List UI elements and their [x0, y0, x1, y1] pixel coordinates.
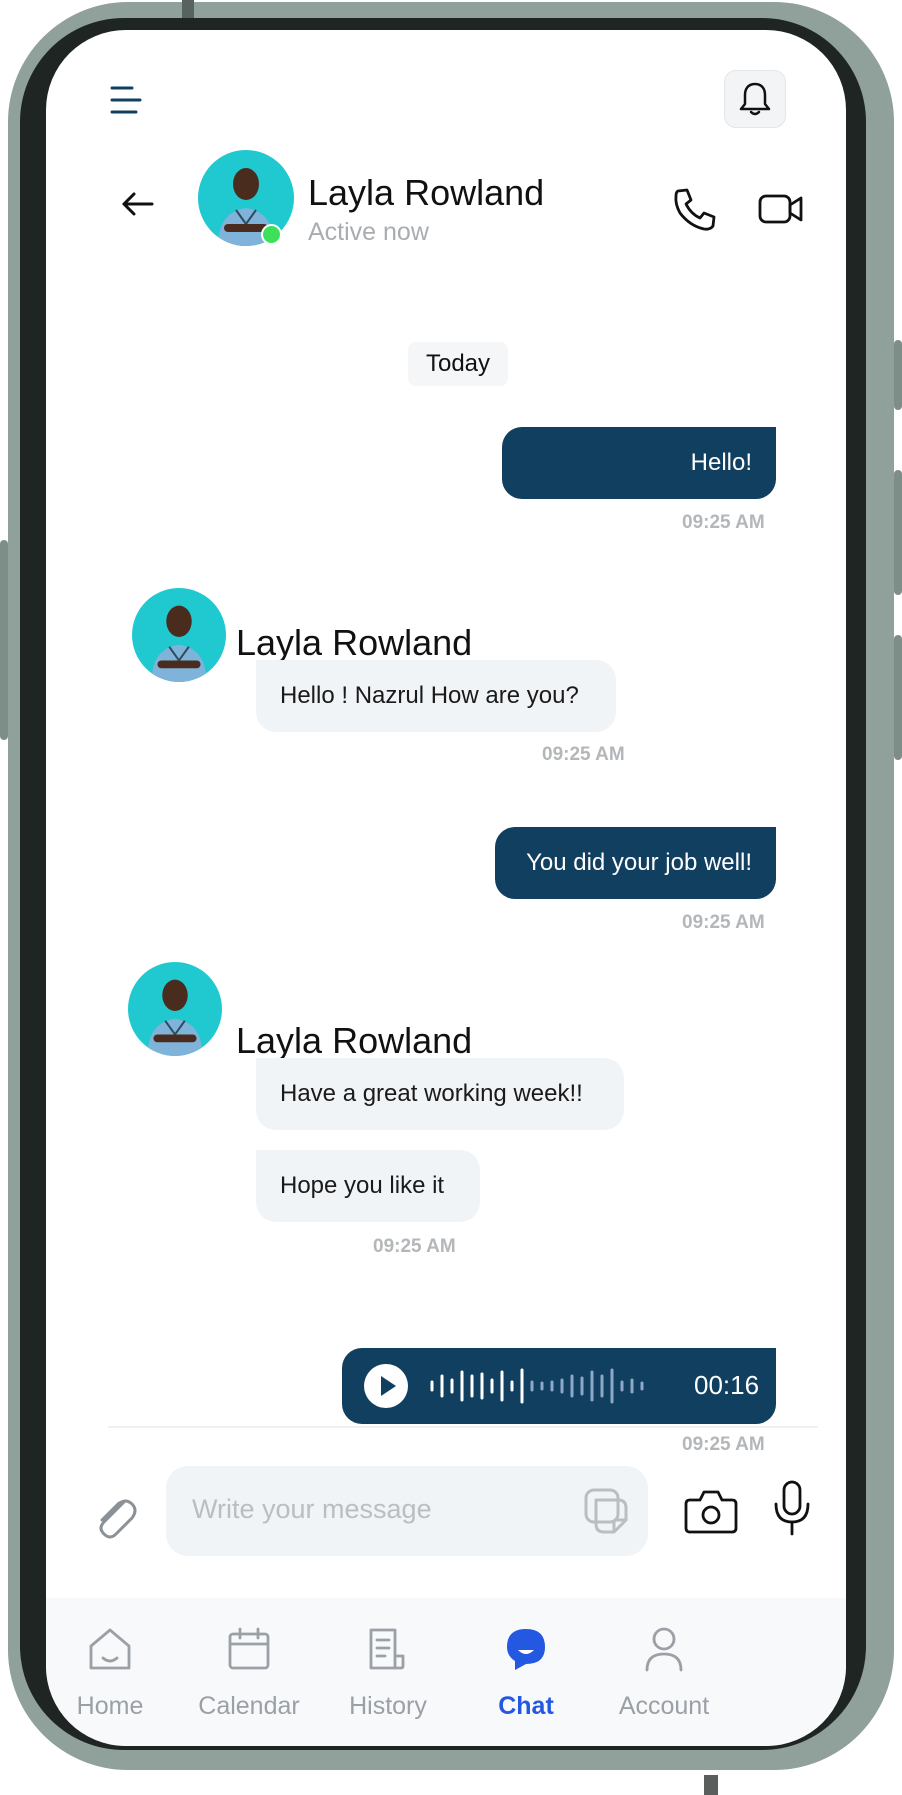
camera-icon[interactable] — [684, 1486, 738, 1536]
outgoing-message-bubble[interactable]: Hello! — [502, 427, 776, 499]
nav-label: Chat — [498, 1692, 554, 1720]
incoming-message-bubble[interactable]: Hope you like it — [256, 1150, 480, 1222]
message-input[interactable]: Write your message — [166, 1466, 648, 1556]
message-time: 09:25 AM — [542, 744, 625, 765]
person-avatar-icon — [151, 605, 207, 682]
incoming-message-bubble[interactable]: Hello ! Nazrul How are you? — [256, 660, 616, 732]
calendar-icon — [228, 1627, 270, 1670]
contact-status: Active now — [308, 218, 429, 246]
nav-label: History — [349, 1692, 427, 1720]
bottom-navigation: Home Calendar History Chat Account — [46, 1598, 846, 1746]
sender-name: Layla Rowland — [236, 1020, 473, 1061]
history-icon — [369, 1628, 405, 1670]
person-avatar-icon — [147, 979, 203, 1056]
nav-item-calendar[interactable]: Calendar — [174, 1598, 324, 1746]
phone-bottom-mark — [704, 1775, 718, 1795]
sender-avatar[interactable] — [128, 962, 222, 1056]
menu-icon[interactable] — [110, 82, 142, 118]
play-icon — [381, 1376, 396, 1396]
composer-divider — [108, 1426, 818, 1428]
sender-avatar[interactable] — [132, 588, 226, 682]
phone-side-button-right-3 — [894, 635, 902, 760]
contact-name: Layla Rowland — [308, 172, 545, 213]
chat-screen: Layla Rowland Active now Today Hello! 09… — [46, 30, 846, 1746]
phone-side-button-right-2 — [894, 470, 902, 595]
home-icon — [89, 1628, 131, 1670]
phone-top-mark — [182, 0, 194, 18]
date-separator: Today — [408, 342, 508, 386]
message-time: 09:25 AM — [682, 1434, 765, 1455]
nav-label: Account — [618, 1692, 710, 1720]
waveform-icon — [430, 1368, 644, 1404]
message-time: 09:25 AM — [682, 512, 765, 533]
bell-icon — [739, 82, 771, 116]
paperclip-icon[interactable] — [90, 1488, 138, 1544]
nav-label: Calendar — [198, 1692, 300, 1720]
message-input-placeholder: Write your message — [192, 1494, 432, 1524]
phone-side-button-left — [0, 540, 8, 740]
nav-item-chat[interactable]: Chat — [451, 1598, 601, 1746]
video-call-icon[interactable] — [758, 192, 804, 226]
phone-side-button-right-1 — [894, 340, 902, 410]
outgoing-message-bubble[interactable]: You did your job well! — [495, 827, 776, 899]
voice-duration: 00:16 — [694, 1370, 760, 1400]
nav-item-account[interactable]: Account — [589, 1598, 739, 1746]
notifications-button[interactable] — [724, 70, 786, 128]
incoming-message-bubble[interactable]: Have a great working week!! — [256, 1058, 624, 1130]
back-arrow-icon[interactable] — [120, 190, 154, 218]
account-icon — [645, 1627, 683, 1672]
message-time: 09:25 AM — [373, 1236, 456, 1257]
play-button[interactable] — [364, 1364, 408, 1408]
nav-label: Home — [76, 1692, 144, 1720]
sticker-icon[interactable] — [582, 1486, 630, 1536]
nav-item-history[interactable]: History — [313, 1598, 463, 1746]
microphone-icon[interactable] — [772, 1480, 812, 1538]
message-time: 09:25 AM — [682, 912, 765, 933]
voice-message-bubble[interactable]: 00:16 — [342, 1348, 776, 1424]
sender-name: Layla Rowland — [236, 622, 473, 663]
online-status-dot — [261, 224, 282, 245]
nav-item-home[interactable]: Home — [46, 1598, 185, 1746]
phone-call-icon[interactable] — [672, 186, 718, 232]
chat-icon — [507, 1629, 545, 1670]
